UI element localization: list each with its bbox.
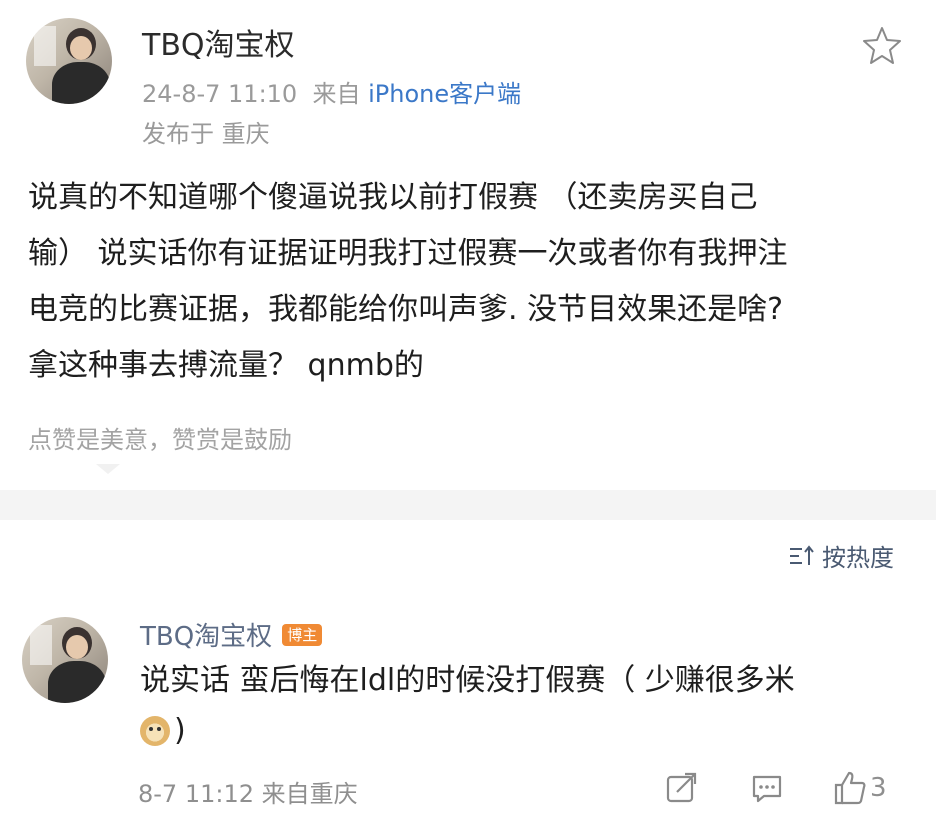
comment-text-line: 说实话 蛮后悔在ldl的时候没打假赛（ 少赚很多米 bbox=[140, 663, 795, 698]
comment-text-suffix: ) bbox=[174, 713, 186, 748]
comment-author-avatar[interactable] bbox=[22, 617, 108, 703]
comment-actions: 3 bbox=[664, 770, 887, 806]
star-icon[interactable] bbox=[862, 25, 902, 65]
post-author-avatar[interactable] bbox=[26, 18, 112, 104]
comment-meta: 8-7 11:12 来自重庆 bbox=[138, 774, 358, 809]
like-count: 3 bbox=[870, 773, 887, 803]
post-source-link[interactable]: iPhone客户端 bbox=[368, 80, 521, 108]
sort-icon bbox=[790, 544, 814, 565]
author-badge: 博主 bbox=[282, 623, 323, 646]
reward-prompt[interactable]: 点赞是美意，赞赏是鼓励 bbox=[28, 420, 292, 455]
comment-author[interactable]: TBQ淘宝权 博主 bbox=[140, 616, 323, 653]
section-divider bbox=[0, 490, 936, 520]
post-text-line: 电竞的比赛证据，我都能给你叫声爹. 没节目效果还是啥? bbox=[28, 292, 783, 327]
like-button[interactable]: 3 bbox=[832, 770, 887, 806]
post-date: 24-8-7 11:10 bbox=[142, 80, 298, 108]
weibo-post: TBQ淘宝权 24-8-7 11:10 来自 iPhone客户端 发布于 重庆 … bbox=[0, 0, 936, 490]
post-source-prefix: 来自 bbox=[312, 80, 361, 108]
comment-location: 来自重庆 bbox=[261, 780, 358, 808]
comment-time: 8-7 11:12 bbox=[138, 780, 254, 808]
post-text-line: 拿这种事去搏流量？ qnmb的 bbox=[28, 348, 424, 383]
comment-button[interactable] bbox=[750, 771, 784, 805]
post-meta: 24-8-7 11:10 来自 iPhone客户端 bbox=[142, 74, 521, 109]
post-text-line: 说真的不知道哪个傻逼说我以前打假赛 （还卖房买自己 bbox=[28, 180, 758, 215]
post-author-name[interactable]: TBQ淘宝权 bbox=[142, 20, 295, 64]
reward-caret bbox=[96, 464, 120, 474]
share-button[interactable] bbox=[664, 771, 698, 805]
share-icon bbox=[666, 772, 697, 803]
post-text-line: 输） 说实话你有证据证明我打过假赛一次或者你有我押注 bbox=[28, 236, 788, 271]
comment-author-name[interactable]: TBQ淘宝权 bbox=[140, 616, 272, 653]
comment-text-line-2: ) bbox=[140, 706, 900, 756]
sort-label: 按热度 bbox=[822, 544, 894, 572]
doge-emoji bbox=[140, 716, 170, 746]
like-icon bbox=[834, 771, 866, 805]
post-content: 说真的不知道哪个傻逼说我以前打假赛 （还卖房买自己 输） 说实话你有证据证明我打… bbox=[28, 170, 908, 394]
sort-by-heat-button[interactable]: 按热度 bbox=[788, 538, 894, 573]
post-location: 发布于 重庆 bbox=[142, 120, 270, 148]
comment-content: 说实话 蛮后悔在ldl的时候没打假赛（ 少赚很多米 ) bbox=[140, 656, 900, 756]
comment-icon bbox=[752, 775, 782, 803]
